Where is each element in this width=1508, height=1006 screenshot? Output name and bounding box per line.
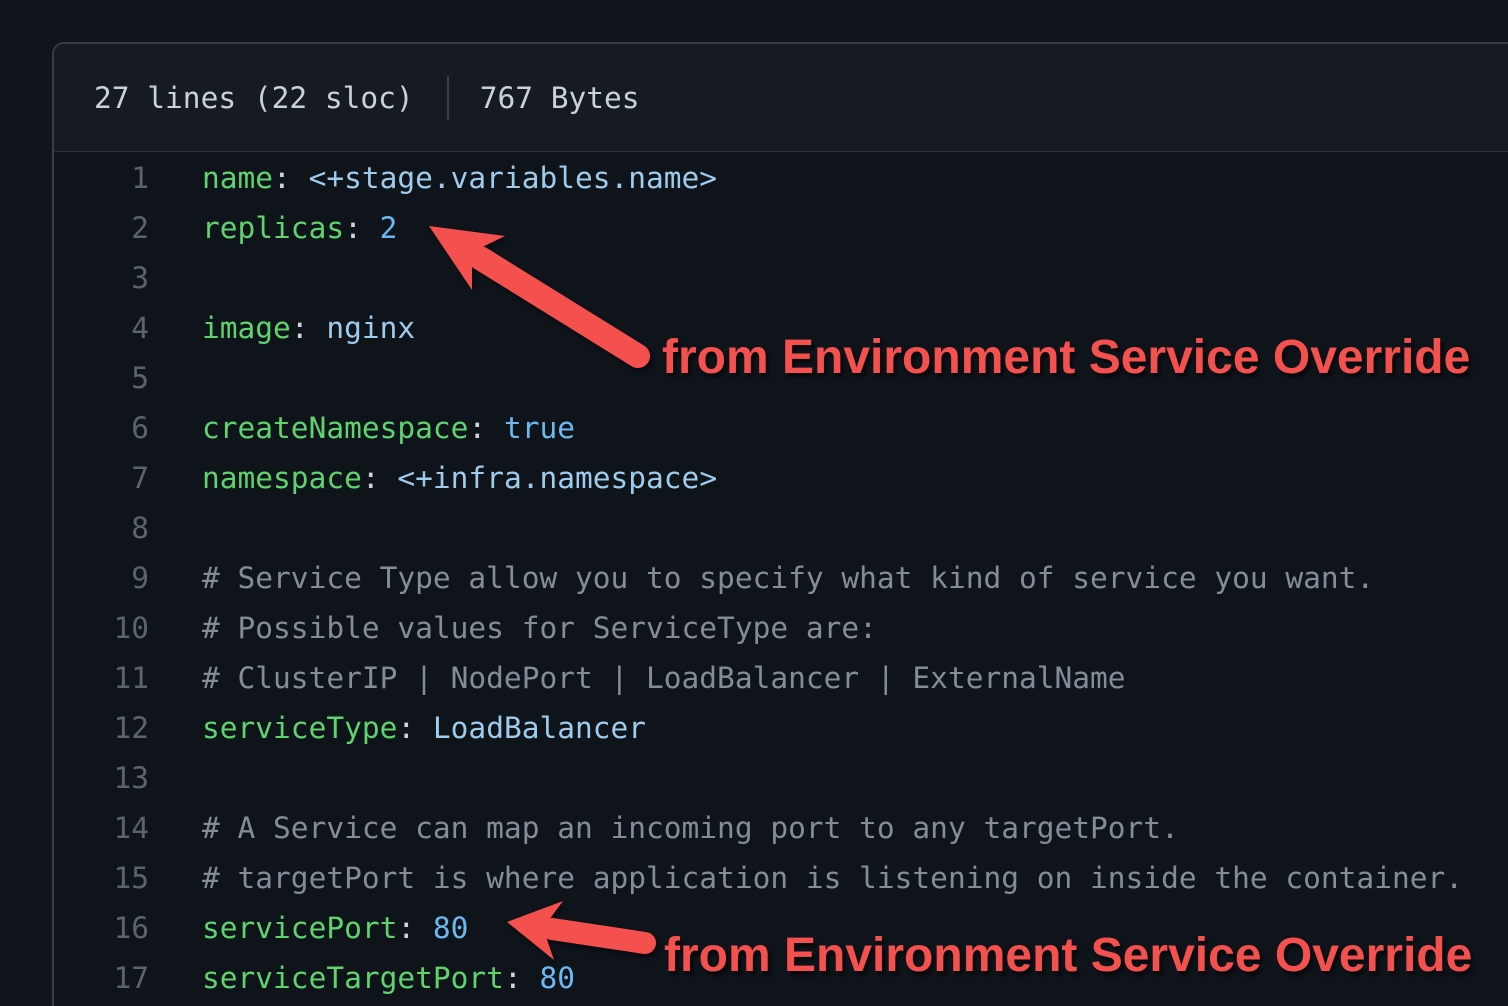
code-token-num: 2 [380,211,398,245]
code-line-content: # targetPort is where application is lis… [149,853,1463,903]
code-line-content: # Service Type allow you to specify what… [149,553,1374,603]
line-number[interactable]: 5 [54,353,149,403]
code-token-key: serviceType [202,711,397,745]
code-line: 8 [54,503,1508,553]
code-line: 14 # A Service can map an incoming port t… [54,803,1508,853]
code-token-punc: : [291,311,327,345]
file-size-info: 767 Bytes [480,81,640,115]
code-token-str: <+stage.variables.name> [309,161,718,195]
code-token-punc: : [397,711,433,745]
code-token-punc: : [397,911,433,945]
code-line: 11 # ClusterIP | NodePort | LoadBalancer … [54,653,1508,703]
code-line-content: createNamespace: true [149,403,575,453]
line-number[interactable]: 2 [54,203,149,253]
line-number[interactable]: 14 [54,803,149,853]
code-token-punc: : [362,461,398,495]
code-token-punc: : [468,411,504,445]
code-token-str: <+infra.namespace> [397,461,717,495]
code-line-content: namespace: <+infra.namespace> [149,453,717,503]
code-line: 1name: <+stage.variables.name> [54,153,1508,203]
code-token-key: name [202,161,273,195]
code-token-comment: # targetPort is where application is lis… [202,861,1463,895]
code-line: 3 [54,253,1508,303]
line-number[interactable]: 12 [54,703,149,753]
code-token-str: LoadBalancer [433,711,646,745]
annotation-text-bottom: from Environment Service Override [664,928,1472,983]
page-background: 27 lines (22 sloc) 767 Bytes 1name: <+st… [0,0,1508,1006]
code-line: 10 # Possible values for ServiceType are: [54,603,1508,653]
file-lines-info: 27 lines (22 sloc) [94,81,414,115]
line-number[interactable]: 1 [54,153,149,203]
code-token-key: createNamespace [202,411,468,445]
code-line: 2replicas: 2 [54,203,1508,253]
line-number[interactable]: 6 [54,403,149,453]
code-line-content: serviceType: LoadBalancer [149,703,646,753]
file-panel: 27 lines (22 sloc) 767 Bytes 1name: <+st… [52,42,1508,1006]
code-line: 13 [54,753,1508,803]
line-number[interactable]: 3 [54,253,149,303]
line-number[interactable]: 10 [54,603,149,653]
code-line-content [149,753,202,803]
code-token-str: nginx [326,311,415,345]
line-number[interactable]: 7 [54,453,149,503]
code-token-num: 80 [433,911,469,945]
code-line: 15 # targetPort is where application is l… [54,853,1508,903]
code-token-comment: # A Service can map an incoming port to … [202,811,1179,845]
code-line-content: # ClusterIP | NodePort | LoadBalancer | … [149,653,1126,703]
code-token-comment: # ClusterIP | NodePort | LoadBalancer | … [202,661,1126,695]
code-token-comment: # Service Type allow you to specify what… [202,561,1374,595]
code-token-punc: : [504,961,540,995]
code-line-content [149,253,202,303]
line-number[interactable]: 9 [54,553,149,603]
code-token-num: 80 [539,961,575,995]
code-line-content [149,353,202,403]
line-number[interactable]: 15 [54,853,149,903]
code-line-content: # Possible values for ServiceType are: [149,603,877,653]
code-token-punc: : [273,161,309,195]
annotation-text-top: from Environment Service Override [662,330,1470,385]
code-token-key: namespace [202,461,362,495]
code-line: 9 # Service Type allow you to specify wha… [54,553,1508,603]
line-number[interactable]: 13 [54,753,149,803]
line-number[interactable]: 8 [54,503,149,553]
code-viewer: 1name: <+stage.variables.name>2replicas:… [54,152,1508,1003]
code-line-content: name: <+stage.variables.name> [149,153,717,203]
line-number[interactable]: 4 [54,303,149,353]
file-header: 27 lines (22 sloc) 767 Bytes [54,44,1508,152]
code-line: 7namespace: <+infra.namespace> [54,453,1508,503]
code-token-key: image [202,311,291,345]
code-token-bool: true [504,411,575,445]
code-line-content: image: nginx [149,303,415,353]
code-token-comment: # Possible values for ServiceType are: [202,611,877,645]
header-divider [447,76,449,120]
code-line: 6createNamespace: true [54,403,1508,453]
code-line: 12serviceType: LoadBalancer [54,703,1508,753]
code-line-content: replicas: 2 [149,203,397,253]
code-line-content: # A Service can map an incoming port to … [149,803,1179,853]
line-number[interactable]: 11 [54,653,149,703]
code-line-content: serviceTargetPort: 80 [149,953,575,1003]
code-token-key: replicas [202,211,344,245]
code-line-content [149,503,202,553]
line-number[interactable]: 17 [54,953,149,1003]
code-token-key: serviceTargetPort [202,961,504,995]
code-line-content: servicePort: 80 [149,903,468,953]
line-number[interactable]: 16 [54,903,149,953]
code-token-key: servicePort [202,911,397,945]
code-token-punc: : [344,211,380,245]
